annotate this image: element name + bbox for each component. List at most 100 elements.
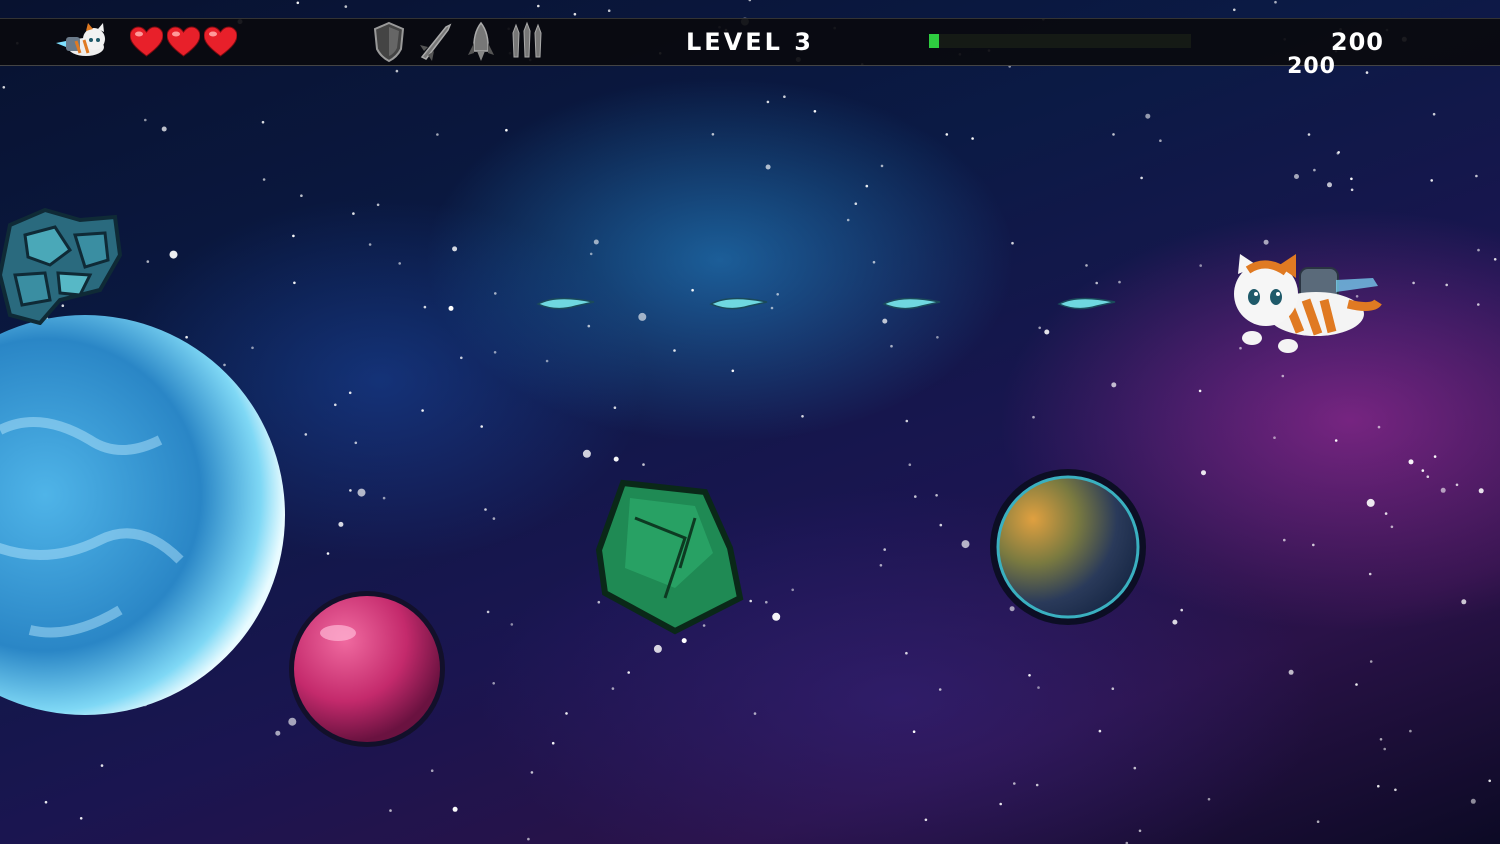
star <box>865 184 869 188</box>
star <box>493 351 497 354</box>
star <box>1488 779 1491 783</box>
star <box>1198 389 1202 393</box>
star <box>1337 151 1340 154</box>
star <box>344 5 348 8</box>
star <box>772 612 781 621</box>
star <box>1394 788 1397 792</box>
score-value: 200 <box>1330 28 1384 56</box>
star <box>1288 669 1294 675</box>
star <box>1327 182 1332 188</box>
star <box>382 496 386 500</box>
star <box>1455 483 1459 487</box>
player-cat[interactable] <box>1228 252 1383 357</box>
star <box>354 441 358 445</box>
star <box>1172 619 1178 625</box>
star <box>460 356 463 360</box>
star <box>1013 782 1016 785</box>
star <box>1377 784 1380 788</box>
star <box>1028 674 1031 677</box>
star <box>770 306 774 310</box>
star <box>589 252 593 256</box>
star <box>436 133 439 136</box>
star <box>1111 382 1117 388</box>
star <box>551 741 555 745</box>
enemy-ship <box>1057 297 1116 310</box>
star <box>905 419 909 423</box>
star <box>791 588 794 592</box>
star <box>945 133 949 136</box>
star <box>1477 248 1480 252</box>
star <box>1316 820 1320 823</box>
star <box>338 521 344 527</box>
star <box>753 712 757 715</box>
star <box>530 771 534 774</box>
star <box>492 517 496 520</box>
star <box>1207 797 1211 801</box>
star <box>293 281 296 285</box>
shield-icon <box>373 21 405 63</box>
star <box>1470 798 1476 804</box>
star <box>1365 71 1369 74</box>
star <box>731 369 735 373</box>
star <box>1421 469 1425 472</box>
star <box>673 349 676 352</box>
star <box>1477 303 1480 306</box>
star <box>1432 112 1436 116</box>
star <box>1273 436 1276 440</box>
star <box>1445 283 1448 287</box>
star <box>1369 660 1373 663</box>
star <box>1140 176 1143 180</box>
star <box>1011 241 1014 245</box>
star <box>748 0 752 2</box>
star <box>1032 415 1035 419</box>
star <box>711 133 715 136</box>
game-canvas[interactable]: LEVEL 3 200 200 <box>0 0 1500 844</box>
star <box>607 9 611 12</box>
star <box>611 687 615 690</box>
star <box>1408 459 1414 465</box>
star <box>1138 829 1142 833</box>
lives-hearts <box>130 26 237 58</box>
star <box>527 837 530 841</box>
star <box>1180 608 1183 612</box>
star <box>880 164 884 168</box>
rocket-icon <box>468 21 494 61</box>
star <box>452 806 458 812</box>
star <box>912 730 916 733</box>
star <box>326 552 330 555</box>
star <box>494 292 497 295</box>
star <box>573 12 577 16</box>
star <box>783 95 786 98</box>
star <box>1294 174 1299 179</box>
star <box>1038 326 1041 330</box>
cat-avatar-icon <box>56 23 105 56</box>
star <box>642 463 645 466</box>
star <box>565 712 568 715</box>
star <box>613 406 617 410</box>
star <box>1350 188 1354 192</box>
star <box>1274 0 1277 4</box>
star <box>1426 475 1430 479</box>
star <box>1095 281 1098 285</box>
star <box>939 523 943 527</box>
star <box>1383 747 1386 751</box>
star <box>421 409 424 412</box>
star <box>348 391 352 395</box>
star <box>1366 498 1375 507</box>
star <box>261 120 265 124</box>
star <box>801 415 804 418</box>
star <box>144 118 147 122</box>
star <box>765 164 771 170</box>
star <box>1334 439 1338 442</box>
star <box>1355 683 1358 686</box>
star <box>480 425 484 428</box>
heart-icon <box>130 26 163 57</box>
star <box>587 324 591 328</box>
star <box>1440 487 1446 493</box>
star <box>1112 133 1115 136</box>
score-popup: 200 <box>1287 54 1336 79</box>
star <box>999 802 1002 806</box>
blue-planet <box>0 315 285 715</box>
star <box>1133 766 1137 770</box>
star <box>908 463 912 467</box>
